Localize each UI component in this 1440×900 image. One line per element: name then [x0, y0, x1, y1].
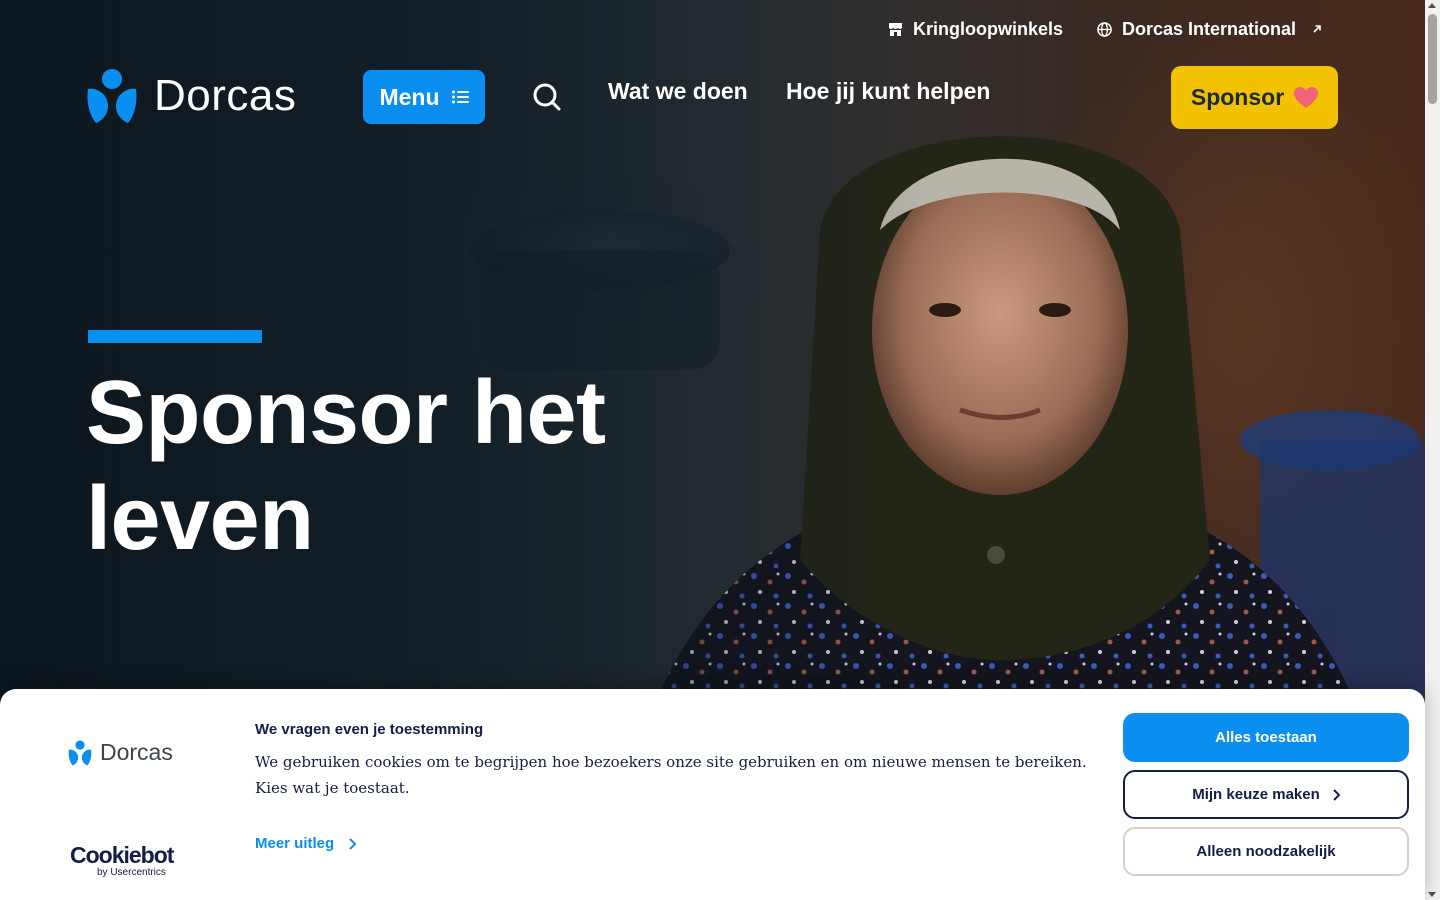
allow-all-label: Alles toestaan	[1215, 729, 1317, 746]
scroll-up-arrow[interactable]	[1428, 3, 1436, 8]
necessary-only-button[interactable]: Alleen noodzakelijk	[1123, 827, 1409, 876]
menu-label: Menu	[379, 83, 440, 110]
hero-accent-bar	[88, 330, 262, 343]
list-icon	[451, 90, 469, 104]
scroll-down-arrow[interactable]	[1428, 892, 1436, 897]
external-arrow-icon	[1313, 25, 1321, 33]
shops-link[interactable]: Kringloopwinkels	[888, 16, 1063, 42]
nav-how-you-can-help[interactable]: Hoe jij kunt helpen	[786, 78, 990, 105]
search-icon	[533, 83, 561, 111]
international-label: Dorcas International	[1122, 18, 1297, 39]
necessary-only-label: Alleen noodzakelijk	[1196, 843, 1336, 860]
cookie-description: We gebruiken cookies om te begrijpen hoe…	[255, 753, 1087, 797]
cookiebot-wordmark: Cookiebot	[70, 842, 174, 868]
scroll-thumb[interactable]	[1428, 14, 1437, 104]
store-icon	[889, 23, 902, 36]
sponsor-label: Sponsor	[1190, 84, 1285, 110]
more-info-label: Meer uitleg	[255, 835, 335, 852]
dorcas-logo-icon	[68, 740, 92, 765]
allow-all-button[interactable]: Alles toestaan	[1123, 713, 1409, 762]
logo-text: Dorcas	[154, 71, 297, 120]
international-link[interactable]: Dorcas International	[1097, 16, 1322, 42]
chevron-right-icon	[1333, 788, 1340, 801]
dorcas-logo-icon	[87, 69, 137, 123]
page-scrollbar[interactable]	[1425, 0, 1440, 900]
chevron-right-icon	[349, 837, 357, 850]
hero-title: Sponsor het leven	[86, 363, 606, 569]
cookiebot-byline: by Usercentrics	[97, 867, 166, 878]
search-button[interactable]	[532, 82, 562, 112]
site-logo[interactable]: Dorcas	[86, 68, 296, 124]
globe-icon	[1097, 21, 1112, 37]
cookie-title: We vragen even je toestemming	[255, 721, 484, 738]
shops-label: Kringloopwinkels	[913, 18, 1064, 39]
cookie-logo-text: Dorcas	[100, 739, 173, 765]
cookiebot-logo[interactable]: Cookiebot by Usercentrics	[70, 842, 174, 879]
menu-button[interactable]: Menu	[363, 70, 485, 124]
cookie-banner-logo: Dorcas	[68, 739, 173, 766]
more-info-link[interactable]: Meer uitleg	[255, 835, 357, 852]
customize-button[interactable]: Mijn keuze maken	[1123, 770, 1409, 819]
cookie-banner: Dorcas Cookiebot by Usercentrics We vrag…	[0, 689, 1425, 900]
nav-what-we-do[interactable]: Wat we doen	[608, 78, 748, 105]
customize-label: Mijn keuze maken	[1192, 786, 1320, 803]
sponsor-button[interactable]: Sponsor	[1171, 66, 1338, 129]
heart-icon	[1294, 86, 1319, 108]
